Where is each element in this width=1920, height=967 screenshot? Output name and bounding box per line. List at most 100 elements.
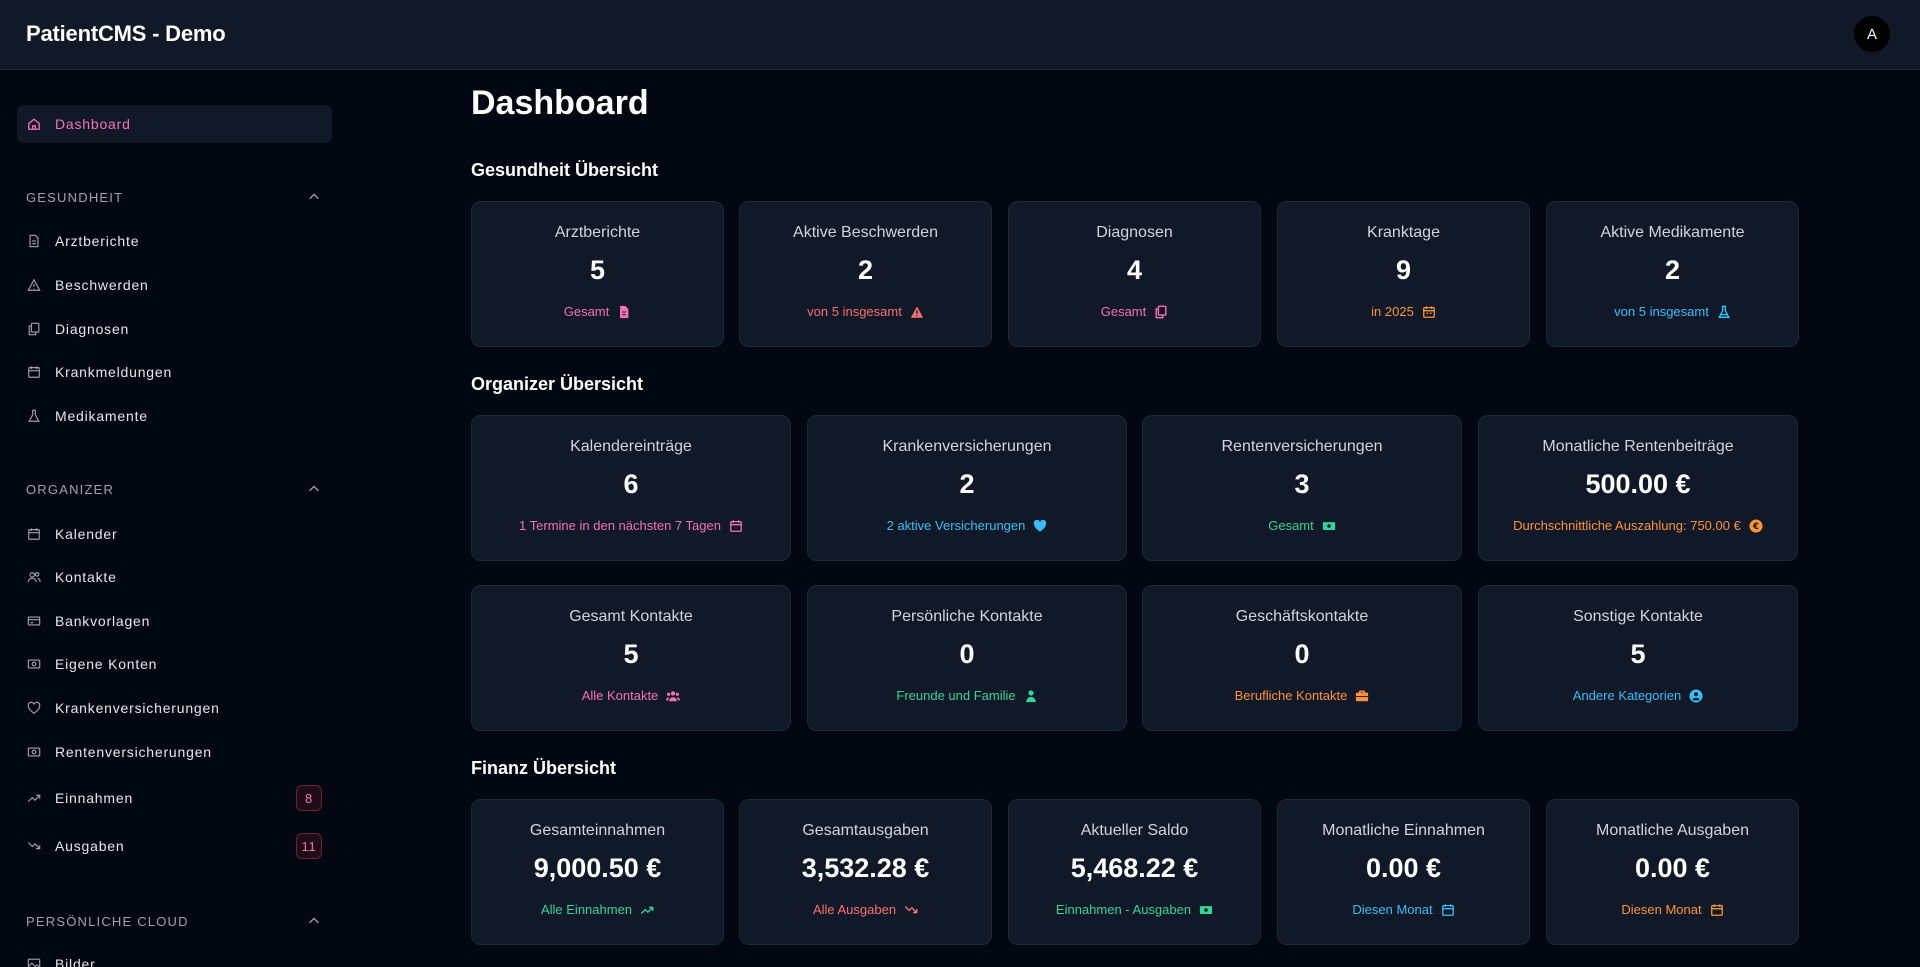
sidebar-item-diagnosen[interactable]: Diagnosen [17,310,332,348]
card-label: Diagnosen [1096,224,1173,241]
card-subtitle-text: in 2025 [1371,304,1414,319]
user-circle-icon [1689,688,1703,703]
card-value: 6 [623,469,639,499]
card-label: Kranktage [1367,224,1440,241]
app-title[interactable]: PatientCMS - Demo [26,21,226,47]
card-label: Kalendereinträge [570,438,692,455]
sidebar-item-dashboard[interactable]: Dashboard [17,105,332,143]
sidebar-item-label: Medikamente [55,408,148,424]
card-diagnosen[interactable]: Diagnosen 4 Gesamt [1008,201,1261,347]
card-label: Krankenversicherungen [882,438,1052,455]
section-organizer-toggle[interactable]: ORGANIZER [26,479,321,499]
money-icon [1199,905,1213,914]
card-gesamteinnahmen[interactable]: Gesamteinnahmen 9,000.50 € Alle Einnahme… [471,799,724,945]
card-label: Rentenversicherungen [1221,438,1383,455]
sidebar-item-kalender[interactable]: Kalender [17,515,332,553]
card-subtitle-text: 1 Termine in den nächsten 7 Tagen [519,518,721,533]
card-subtitle-text: Diesen Monat [1352,902,1433,917]
card-subtitle: von 5 insgesamt [740,304,991,319]
document-icon [29,234,39,248]
card-subtitle: 2 aktive Versicherungen [808,518,1126,533]
card-sonstige-kontakte[interactable]: Sonstige Kontakte 5 Andere Kategorien [1478,585,1798,731]
card-subtitle: Alle Ausgaben [740,902,991,917]
sidebar-item-krankmeldungen[interactable]: Krankmeldungen [17,353,332,391]
card-monatliche-rentenbeitraege[interactable]: Monatliche Rentenbeiträge 500.00 € Durch… [1478,415,1798,561]
card-value: 500.00 € [1585,469,1691,499]
calendar-icon [1422,305,1435,318]
card-persoenliche-kontakte[interactable]: Persönliche Kontakte 0 Freunde und Famil… [807,585,1127,731]
sidebar-item-medikamente[interactable]: Medikamente [17,397,332,435]
card-label: Geschäftskontakte [1235,608,1369,625]
sidebar-item-label: Eigene Konten [55,656,158,672]
sidebar-item-bankvorlagen[interactable]: Bankvorlagen [17,602,332,640]
sidebar: Dashboard GESUNDHEIT Arztberichte Beschw… [0,70,346,967]
card-geschaeftskontakte[interactable]: Geschäftskontakte 0 Berufliche Kontakte [1142,585,1462,731]
sidebar-item-label: Diagnosen [55,321,130,337]
document-icon [620,305,629,318]
card-subtitle: Alle Einnahmen [472,902,723,917]
sidebar-item-ausgaben[interactable]: Ausgaben 11 [17,827,332,865]
sidebar-item-label: Dashboard [55,116,131,132]
card-monatliche-einnahmen[interactable]: Monatliche Einnahmen 0.00 € Diesen Monat [1277,799,1530,945]
sidebar-item-kontakte[interactable]: Kontakte [17,558,332,596]
card-rentenversicherungen[interactable]: Rentenversicherungen 3 Gesamt [1142,415,1462,561]
card-subtitle-text: Alle Einnahmen [540,902,633,917]
image-icon [27,958,41,967]
card-subtitle-text: Berufliche Kontakte [1234,688,1348,703]
home-icon [28,118,40,130]
finance-section-title: Finanz Übersicht [471,758,617,778]
sidebar-item-krankenversicherungen[interactable]: Krankenversicherungen [17,689,332,727]
card-value: 4 [1126,255,1143,285]
card-aktueller-saldo[interactable]: Aktueller Saldo 5,468.22 € Einnahmen - A… [1008,799,1261,945]
section-title: GESUNDHEIT [26,189,124,205]
card-label: Sonstige Kontakte [1573,608,1703,625]
sidebar-item-rentenversicherungen[interactable]: Rentenversicherungen [17,733,332,771]
sidebar-item-einnahmen[interactable]: Einnahmen 8 [17,779,332,817]
sidebar-item-arztberichte[interactable]: Arztberichte [17,222,332,260]
card-gesamt-kontakte[interactable]: Gesamt Kontakte 5 Alle Kontakte [471,585,791,731]
sidebar-item-label: Beschwerden [55,277,149,293]
section-gesundheit-toggle[interactable]: GESUNDHEIT [26,187,321,207]
card-monatliche-ausgaben[interactable]: Monatliche Ausgaben 0.00 € Diesen Monat [1546,799,1799,945]
card-krankenversicherungen[interactable]: Krankenversicherungen 2 2 aktive Versich… [807,415,1127,561]
card-subtitle-text: Durchschnittliche Auszahlung: 750.00 € [1513,518,1741,533]
card-label: Gesamt Kontakte [569,608,693,625]
money-icon [27,747,41,757]
count-badge: 8 [296,785,322,811]
card-value: 3 [1294,469,1310,499]
avatar[interactable]: A [1854,16,1890,52]
sidebar-item-bilder[interactable]: Bilder [17,945,332,967]
card-value: 2 [1664,255,1681,285]
money-icon [27,659,41,669]
card-subtitle-text: von 5 insgesamt [1614,304,1709,319]
card-gesamtausgaben[interactable]: Gesamtausgaben 3,532.28 € Alle Ausgaben [739,799,992,945]
card-label: Gesamtausgaben [802,822,929,839]
card-arztberichte[interactable]: Arztberichte 5 Gesamt [471,201,724,347]
section-cloud-toggle[interactable]: PERSÖNLICHE CLOUD [26,911,321,931]
sidebar-item-label: Einnahmen [55,790,134,806]
card-label: Arztberichte [554,224,641,241]
card-kranktage[interactable]: Kranktage 9 in 2025 [1277,201,1530,347]
card-label: Aktive Beschwerden [793,224,938,241]
chevron-up-icon [309,917,319,924]
sidebar-item-beschwerden[interactable]: Beschwerden [17,266,332,304]
card-aktive-medikamente[interactable]: Aktive Medikamente 2 von 5 insgesamt [1546,201,1799,347]
health-section-title: Gesundheit Übersicht [471,160,659,180]
card-subtitle-text: Einnahmen - Ausgaben [1055,902,1192,917]
credit-card-icon [27,616,41,626]
sidebar-item-label: Ausgaben [55,838,125,854]
sidebar-item-label: Bilder [55,956,96,967]
card-subtitle: Diesen Monat [1547,902,1798,917]
users-icon [666,690,681,701]
sidebar-item-eigene-konten[interactable]: Eigene Konten [17,645,332,683]
chevron-up-icon [309,485,319,492]
card-value: 0.00 € [1365,853,1442,883]
card-kalendereintraege[interactable]: Kalendereinträge 6 1 Termine in den näch… [471,415,791,561]
section-title: PERSÖNLICHE CLOUD [26,913,189,929]
warning-icon [27,278,41,291]
warning-icon [910,305,923,318]
card-value: 5 [623,639,639,669]
card-subtitle: 1 Termine in den nächsten 7 Tagen [472,518,790,533]
copy-icon [1155,305,1167,318]
card-aktive-beschwerden[interactable]: Aktive Beschwerden 2 von 5 insgesamt [739,201,992,347]
